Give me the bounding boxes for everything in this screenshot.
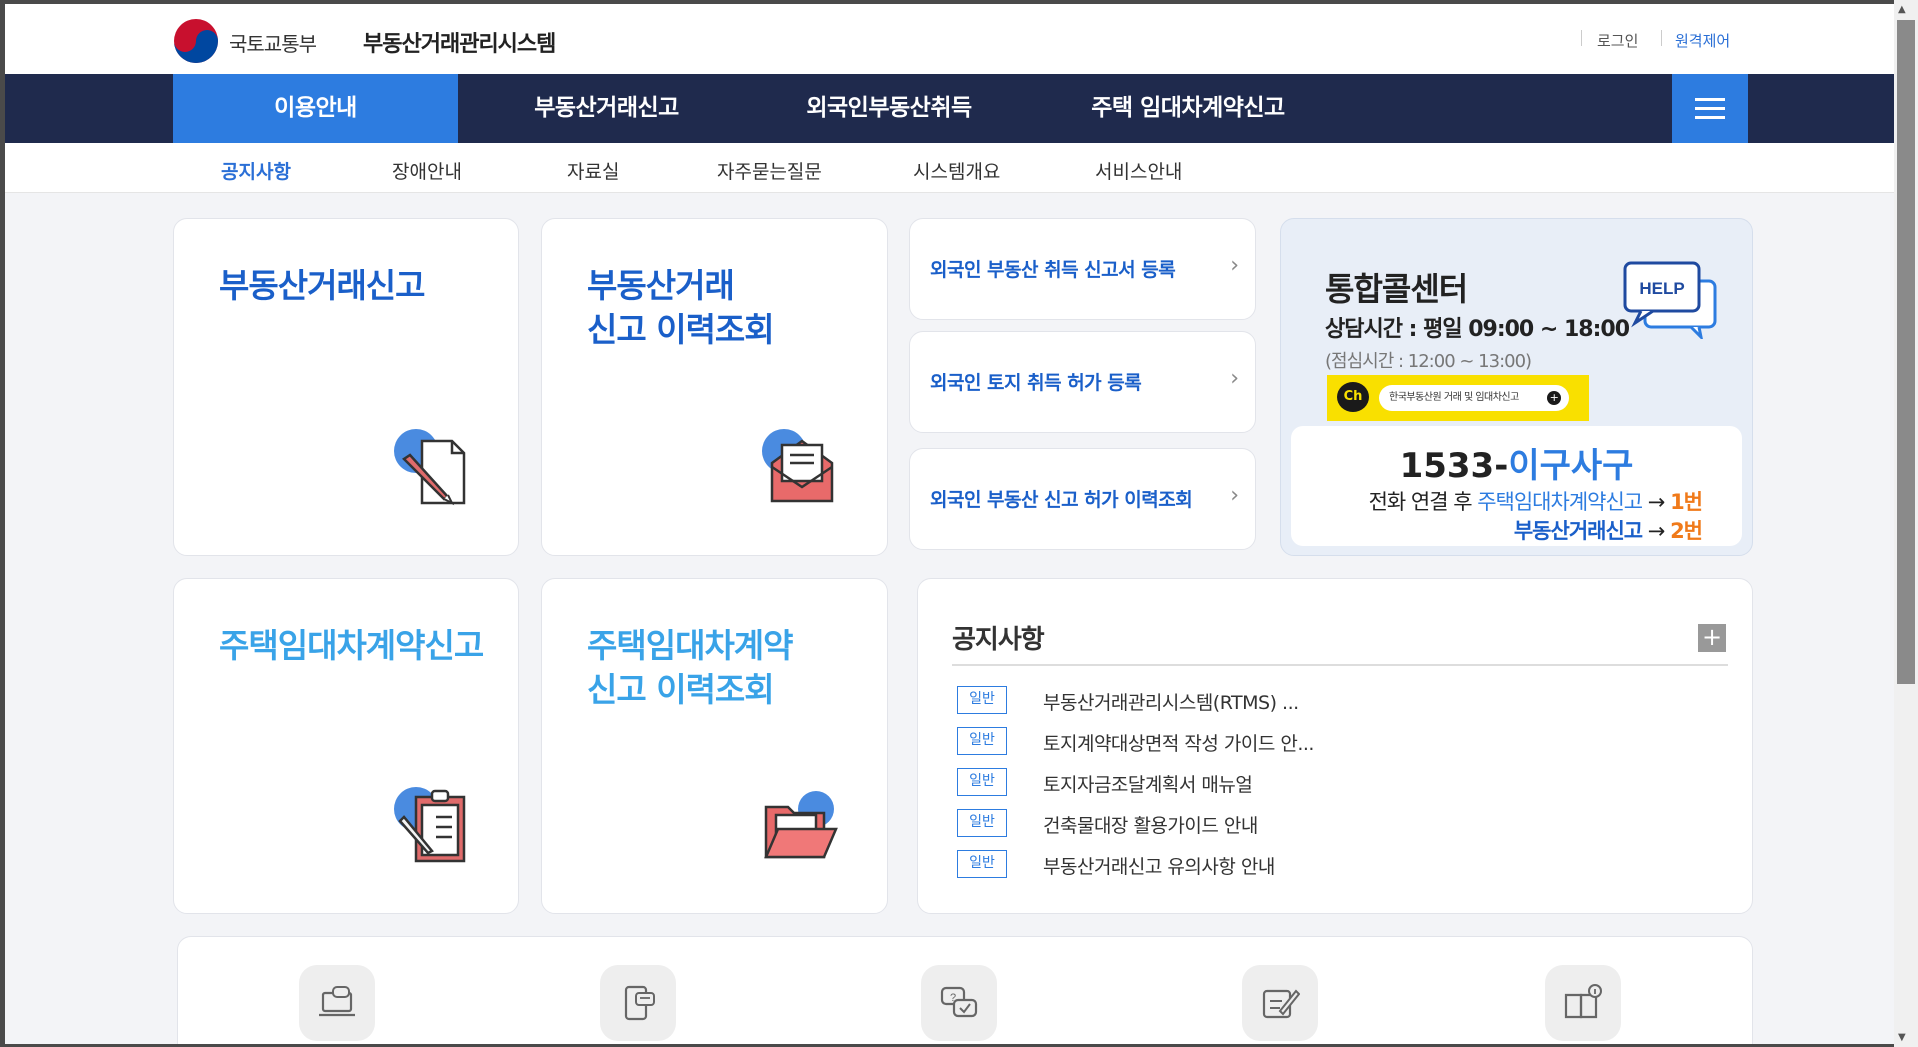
qa-bubbles-icon: ? <box>940 986 978 1018</box>
notice-badge: 일반 <box>957 768 1007 796</box>
notice-text[interactable]: 부동산거래신고 유의사항 안내 <box>1043 852 1275 879</box>
card-title: 주택임대차계약 신고 이력조회 <box>587 626 794 709</box>
quick-link-mobile[interactable] <box>600 965 676 1041</box>
nav-foreign-acquisition[interactable]: 외국인부동산취득 <box>755 74 1023 143</box>
notice-text[interactable]: 토지계약대상면적 작성 가이드 안... <box>1043 729 1314 756</box>
kakao-channel-icon: Ch <box>1337 382 1369 412</box>
browser-window: 국토교통부 부동산거래관리시스템 로그인 원격제어 이용안내 부동산거래신고 외… <box>5 4 1894 1044</box>
notice-badge: 일반 <box>957 686 1007 714</box>
chevron-right-icon: › <box>1230 483 1239 508</box>
notice-text[interactable]: 토지자금조달계획서 매뉴얼 <box>1043 770 1253 797</box>
notice-panel: 공지사항 + 일반 부동산거래관리시스템(RTMS) ... 일반 토지계약대상… <box>917 578 1753 914</box>
notice-text[interactable]: 부동산거래관리시스템(RTMS) ... <box>1043 688 1299 715</box>
card-realestate-report[interactable]: 부동산거래신고 <box>173 218 519 556</box>
link-label: 외국인 부동산 신고 허가 이력조회 <box>930 489 1193 511</box>
hamburger-icon <box>1695 98 1725 101</box>
call-center-phone-box: 1533-이구사구 전화 연결 후 주택임대차계약신고 → 1번 부동산거래신고… <box>1291 426 1742 546</box>
nav-realestate-report[interactable]: 부동산거래신고 <box>458 74 755 143</box>
call-center-hours: 상담시간 : 평일 09:00 ~ 18:00 <box>1325 317 1630 342</box>
nav-lease-report[interactable]: 주택 임대차계약신고 <box>1023 74 1353 143</box>
route-prefix: 전화 연결 후 <box>1368 490 1478 514</box>
card-lease-history[interactable]: 주택임대차계약 신고 이력조회 <box>541 578 888 914</box>
call-center-number: 1533-이구사구 <box>1291 438 1742 487</box>
notice-divider <box>952 664 1728 666</box>
hamburger-menu-button[interactable] <box>1672 74 1748 143</box>
scroll-down-arrow-icon[interactable]: ▼ <box>1898 1032 1906 1043</box>
chevron-right-icon: › <box>1230 253 1239 278</box>
route-service-lease: 주택임대차계약신고 <box>1477 490 1643 514</box>
card-report-history[interactable]: 부동산거래 신고 이력조회 <box>541 218 888 556</box>
kakao-channel-text: 한국부동산원 거래 및 임대차신고 + <box>1379 385 1569 411</box>
kakao-channel-banner[interactable]: Ch 한국부동산원 거래 및 임대차신고 + <box>1327 375 1589 421</box>
kakao-text: 한국부동산원 거래 및 임대차신고 <box>1389 392 1519 403</box>
top-header: 국토교통부 부동산거래관리시스템 로그인 원격제어 <box>5 4 1894 74</box>
help-label: HELP <box>1639 279 1684 298</box>
quick-links-panel: ? <box>177 936 1753 1044</box>
plus-icon: + <box>1547 391 1561 405</box>
card-title: 주택임대차계약신고 <box>219 626 484 665</box>
call-center-panel: 통합콜센터 상담시간 : 평일 09:00 ~ 18:00 (점심시간 : 12… <box>1280 218 1753 556</box>
subnav-system-overview[interactable]: 시스템개요 <box>913 157 1000 184</box>
card-title: 부동산거래 신고 이력조회 <box>587 266 775 349</box>
quick-link-guide[interactable] <box>1545 965 1621 1041</box>
subnav-outage[interactable]: 장애안내 <box>392 157 462 184</box>
scrollbar-thumb[interactable] <box>1897 20 1915 684</box>
system-name[interactable]: 부동산거래관리시스템 <box>363 26 556 58</box>
subnav-service-guide[interactable]: 서비스안내 <box>1095 157 1182 184</box>
login-link[interactable]: 로그인 <box>1597 30 1638 51</box>
route-arrow: → <box>1642 519 1671 543</box>
route-number-2: 2번 <box>1670 519 1703 543</box>
route-service-report: 부동산거래신고 <box>1513 519 1643 543</box>
card-lease-report[interactable]: 주택임대차계약신고 <box>173 578 519 914</box>
clipboard-checklist-icon <box>394 787 466 863</box>
quick-link-faq[interactable]: ? <box>921 965 997 1041</box>
scroll-up-arrow-icon[interactable]: ▲ <box>1898 4 1906 15</box>
notice-text[interactable]: 건축물대장 활용가이드 안내 <box>1043 811 1258 838</box>
more-plus-button[interactable]: + <box>1698 624 1726 652</box>
hamburger-icon-bar <box>1695 116 1725 119</box>
book-info-icon <box>1564 984 1602 1019</box>
notice-badge: 일반 <box>957 809 1007 837</box>
mobile-chat-icon <box>624 985 655 1021</box>
card-title: 부동산거래신고 <box>219 266 426 305</box>
quick-link-laptop[interactable] <box>299 965 375 1041</box>
util-divider <box>1581 30 1582 46</box>
sub-nav: 공지사항 장애안내 자료실 자주묻는질문 시스템개요 서비스안내 <box>5 143 1894 193</box>
subnav-library[interactable]: 자료실 <box>567 157 619 184</box>
link-label: 외국인 토지 취득 허가 등록 <box>930 372 1142 394</box>
notice-badge: 일반 <box>957 727 1007 755</box>
phone-prefix: 1533- <box>1399 446 1509 486</box>
nav-usage-guide[interactable]: 이용안내 <box>173 74 458 143</box>
ministry-name[interactable]: 국토교통부 <box>229 28 317 57</box>
route-number-1: 1번 <box>1670 490 1703 514</box>
main-nav: 이용안내 부동산거래신고 외국인부동산취득 주택 임대차계약신고 <box>5 74 1894 143</box>
laptop-chat-icon <box>319 986 355 1017</box>
subnav-notice[interactable]: 공지사항 <box>221 157 291 184</box>
call-center-lunch: (점심시간 : 12:00 ~ 13:00) <box>1325 351 1532 372</box>
call-route-line-1: 전화 연결 후 주택임대차계약신고 → 1번 <box>1368 486 1703 516</box>
notice-title: 공지사항 <box>952 625 1045 655</box>
pencil-document-icon <box>394 429 466 506</box>
link-foreign-history[interactable]: 외국인 부동산 신고 허가 이력조회 › <box>909 448 1256 550</box>
route-arrow: → <box>1642 490 1671 514</box>
quick-link-edit[interactable] <box>1242 965 1318 1041</box>
util-divider <box>1661 30 1662 46</box>
link-foreign-land-permit[interactable]: 외국인 토지 취득 허가 등록 › <box>909 331 1256 433</box>
help-bubble-icon: HELP <box>1623 261 1717 339</box>
government-emblem-icon[interactable] <box>173 18 219 64</box>
hamburger-icon-bar <box>1695 107 1725 110</box>
call-route-line-2: 부동산거래신고 → 2번 <box>1513 515 1703 545</box>
phone-suffix: 이구사구 <box>1508 446 1634 486</box>
link-foreign-acquisition-register[interactable]: 외국인 부동산 취득 신고서 등록 › <box>909 218 1256 320</box>
subnav-faq[interactable]: 자주묻는질문 <box>717 157 822 184</box>
chevron-right-icon: › <box>1230 366 1239 391</box>
remote-control-link[interactable]: 원격제어 <box>1675 30 1730 51</box>
call-center-title: 통합콜센터 <box>1325 270 1468 308</box>
link-label: 외국인 부동산 취득 신고서 등록 <box>930 259 1176 281</box>
envelope-letter-icon <box>762 429 834 503</box>
open-folder-icon <box>764 791 838 859</box>
edit-note-icon <box>1262 989 1300 1019</box>
notice-badge: 일반 <box>957 850 1007 878</box>
